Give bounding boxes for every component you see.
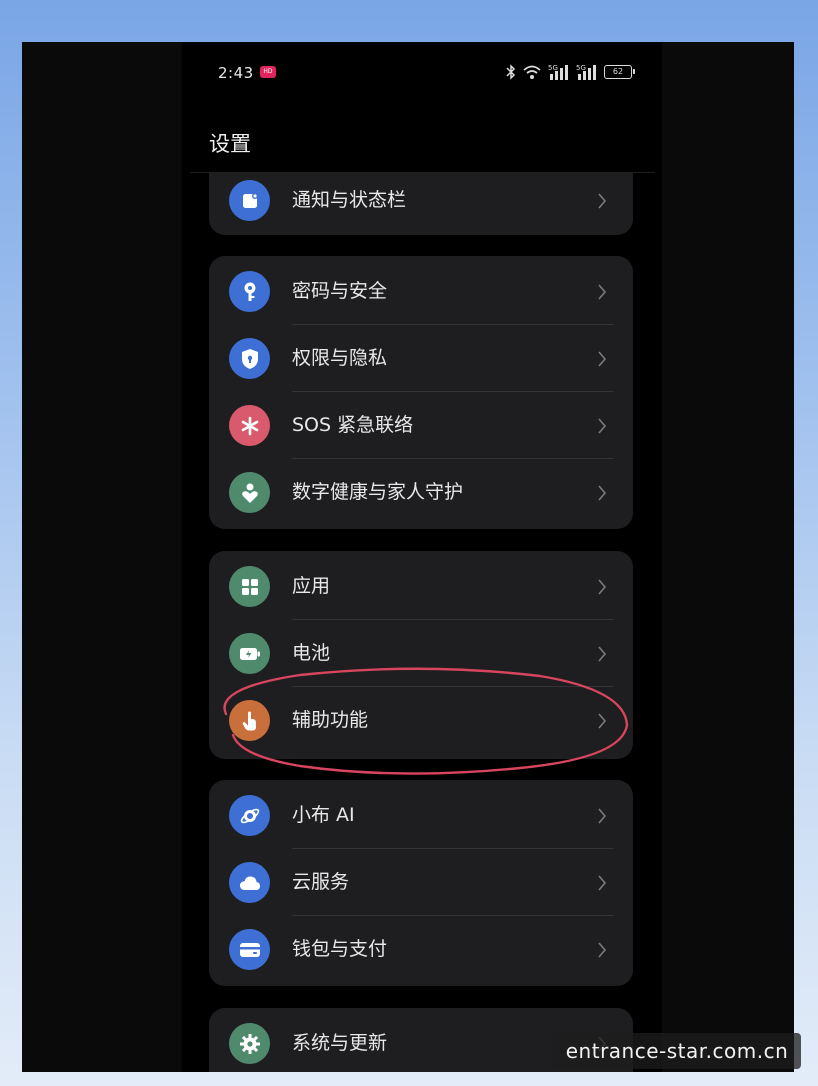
settings-item-wallet-payment[interactable]: 钱包与支付 [209, 916, 633, 983]
phone-screen: 2:43 HD 5G 5G 62 设置 通知与状态栏 密码与安全 权限与隐私 S… [182, 42, 662, 1072]
settings-item-permissions-privacy[interactable]: 权限与隐私 [209, 325, 633, 392]
chevron-right-icon [598, 875, 607, 891]
chevron-right-icon [598, 193, 607, 209]
bluetooth-icon [506, 64, 516, 80]
shield-icon [229, 338, 270, 379]
chevron-right-icon [598, 284, 607, 300]
settings-item-label: 辅助功能 [292, 709, 369, 731]
settings-group-services: 小布 AI 云服务 钱包与支付 [209, 780, 633, 986]
wallet-icon [229, 929, 270, 970]
settings-item-label: 云服务 [292, 871, 350, 893]
battery-indicator-icon: 62 [604, 65, 635, 79]
chevron-right-icon [598, 485, 607, 501]
settings-item-label: 通知与状态栏 [292, 189, 407, 211]
wifi-icon [523, 65, 541, 79]
settings-item-label: 小布 AI [292, 804, 355, 826]
cloud-icon [229, 862, 270, 903]
status-bar: 2:43 HD 5G 5G 62 [182, 42, 662, 102]
settings-item-label: 密码与安全 [292, 280, 388, 302]
settings-item-cloud-service[interactable]: 云服务 [209, 849, 633, 916]
settings-group-security: 密码与安全 权限与隐私 SOS 紧急联络 数字健康与家人守护 [209, 256, 633, 529]
settings-item-label: 应用 [292, 575, 331, 597]
signal-5g-icon: 5G [576, 64, 596, 80]
settings-item-apps[interactable]: 应用 [209, 553, 633, 620]
apps-grid-icon [229, 566, 270, 607]
network-2-label: 5G [576, 64, 586, 72]
chevron-right-icon [598, 646, 607, 662]
settings-item-password-security[interactable]: 密码与安全 [209, 258, 633, 325]
settings-item-accessibility[interactable]: 辅助功能 [209, 687, 633, 754]
heart-person-icon [229, 472, 270, 513]
notification-icon [229, 180, 270, 221]
notification-badge-icon: HD [260, 66, 276, 78]
settings-item-label: 电池 [292, 642, 331, 664]
settings-item-label: 钱包与支付 [292, 938, 388, 960]
hand-touch-icon [229, 700, 270, 741]
settings-group-notifications: 通知与状态栏 [209, 173, 633, 235]
chevron-right-icon [598, 351, 607, 367]
settings-item-label: 数字健康与家人守护 [292, 481, 464, 503]
chevron-right-icon [598, 808, 607, 824]
signal-5g-icon: 5G [548, 64, 568, 80]
settings-item-digital-wellbeing[interactable]: 数字健康与家人守护 [209, 459, 633, 526]
settings-item-label: SOS 紧急联络 [292, 414, 414, 436]
chevron-right-icon [598, 579, 607, 595]
battery-icon [229, 633, 270, 674]
chevron-right-icon [598, 942, 607, 958]
status-time: 2:43 [218, 64, 254, 82]
settings-item-sos[interactable]: SOS 紧急联络 [209, 392, 633, 459]
page-title: 设置 [209, 132, 251, 156]
status-icons: 5G 5G 62 [506, 62, 635, 82]
asterisk-icon [229, 405, 270, 446]
chevron-right-icon [598, 713, 607, 729]
settings-item-label: 系统与更新 [292, 1032, 388, 1054]
settings-item-xiaobu-ai[interactable]: 小布 AI [209, 782, 633, 849]
settings-item-battery[interactable]: 电池 [209, 620, 633, 687]
chevron-right-icon [598, 418, 607, 434]
network-1-label: 5G [548, 64, 558, 72]
settings-item-notifications[interactable]: 通知与状态栏 [209, 173, 633, 234]
planet-icon [229, 795, 270, 836]
key-icon [229, 271, 270, 312]
watermark-label: entrance-star.com.cn [553, 1033, 801, 1069]
settings-group-apps: 应用 电池 辅助功能 [209, 551, 633, 759]
settings-item-label: 权限与隐私 [292, 347, 388, 369]
gear-icon [229, 1023, 270, 1064]
